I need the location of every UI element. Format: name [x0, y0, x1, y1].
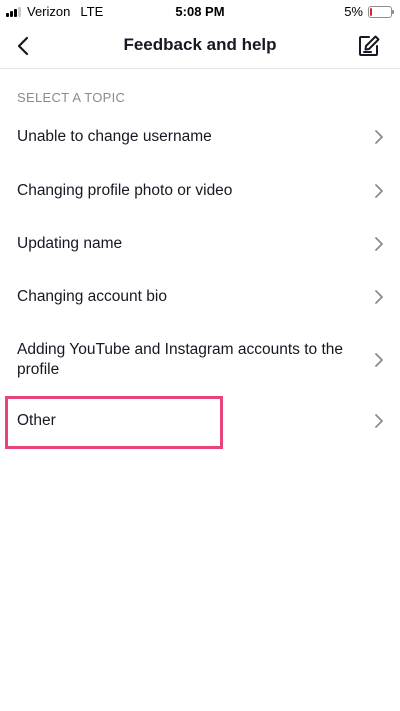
topic-label: Unable to change username	[17, 128, 212, 145]
page-title: Feedback and help	[123, 35, 277, 54]
topic-label: Updating name	[17, 234, 123, 252]
battery-percent: 5%	[344, 4, 363, 19]
topic-item-unable-to-change-username[interactable]: Unable to change username	[0, 110, 400, 164]
status-bar: Verizon LTE 5:08 PM 5%	[0, 0, 400, 24]
topic-label: Changing profile photo or video	[17, 181, 233, 199]
chevron-right-icon	[375, 352, 383, 367]
topic-item-adding-youtube-instagram[interactable]: Adding YouTube and Instagram accounts to…	[0, 324, 400, 395]
chevron-right-icon	[375, 414, 383, 428]
nav-header: Feedback and help	[0, 24, 400, 69]
chevron-right-icon	[375, 183, 383, 198]
battery-level-fill	[370, 7, 372, 16]
status-time: 5:08 PM	[175, 4, 225, 19]
chevron-right-icon	[375, 290, 383, 304]
topic-label: Other	[17, 412, 56, 429]
chevron-right-icon	[375, 236, 383, 251]
topic-item-changing-profile-photo[interactable]: Changing profile photo or video	[0, 164, 400, 217]
chevron-right-icon	[375, 130, 383, 144]
topic-item-updating-name[interactable]: Updating name	[0, 217, 400, 270]
topic-list: Unable to change username Changing profi…	[0, 110, 400, 447]
topic-item-other[interactable]: Other	[0, 395, 400, 447]
section-header: SELECT A TOPIC	[17, 90, 126, 105]
topic-label: Changing account bio	[17, 288, 167, 305]
topic-item-changing-account-bio[interactable]: Changing account bio	[0, 270, 400, 324]
battery-icon	[368, 5, 394, 18]
status-right: 5%	[344, 4, 394, 19]
compose-feedback-button[interactable]	[356, 33, 382, 59]
topic-label: Adding YouTube and Instagram accounts to…	[17, 340, 344, 378]
compose-icon	[359, 35, 380, 56]
